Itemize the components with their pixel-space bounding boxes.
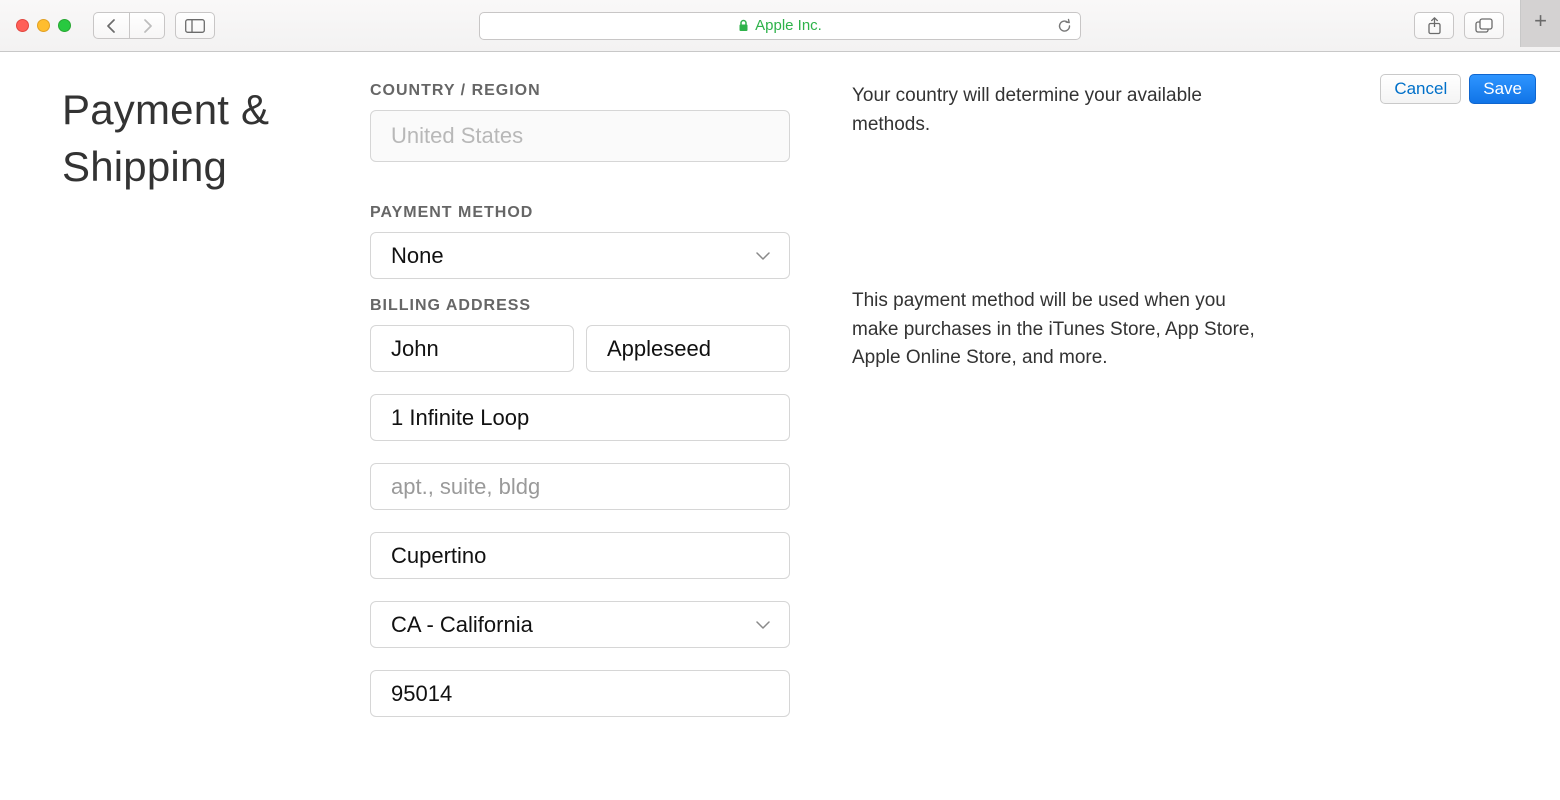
sidebar-toggle-button[interactable] bbox=[175, 12, 215, 39]
tabs-icon bbox=[1475, 18, 1493, 33]
zip-input[interactable]: 95014 bbox=[370, 670, 790, 717]
right-toolbar: + bbox=[1414, 5, 1550, 46]
reload-button[interactable] bbox=[1057, 18, 1072, 34]
page-title: Payment & Shipping bbox=[62, 82, 370, 195]
share-icon bbox=[1427, 17, 1442, 35]
plus-icon: + bbox=[1534, 8, 1547, 34]
form-column: COUNTRY / REGION United States PAYMENT M… bbox=[370, 82, 834, 717]
first-name-input[interactable]: John bbox=[370, 325, 574, 372]
page-actions: Cancel Save bbox=[1380, 74, 1536, 104]
country-field: United States bbox=[370, 110, 790, 162]
page-title-line1: Payment & bbox=[62, 86, 269, 133]
payment-section: PAYMENT METHOD None bbox=[370, 204, 808, 279]
street1-value: 1 Infinite Loop bbox=[391, 405, 529, 431]
reload-icon bbox=[1057, 18, 1072, 34]
street2-placeholder: apt., suite, bldg bbox=[391, 474, 540, 500]
chevron-right-icon bbox=[142, 19, 153, 33]
state-value: CA - California bbox=[391, 612, 533, 638]
billing-section: BILLING ADDRESS John Appleseed 1 Infinit… bbox=[370, 297, 808, 717]
payment-method-select[interactable]: None bbox=[370, 232, 790, 279]
nav-buttons bbox=[93, 12, 165, 39]
name-row: John Appleseed bbox=[370, 325, 808, 372]
address-bar-wrap: Apple Inc. bbox=[479, 12, 1081, 40]
zip-value: 95014 bbox=[391, 681, 452, 707]
street2-input[interactable]: apt., suite, bldg bbox=[370, 463, 790, 510]
state-select[interactable]: CA - California bbox=[370, 601, 790, 648]
country-value: United States bbox=[391, 123, 523, 149]
country-label: COUNTRY / REGION bbox=[370, 82, 808, 100]
first-name-value: John bbox=[391, 336, 439, 362]
save-button[interactable]: Save bbox=[1469, 74, 1536, 104]
address-bar[interactable]: Apple Inc. bbox=[479, 12, 1081, 40]
back-button[interactable] bbox=[93, 12, 129, 39]
city-input[interactable]: Cupertino bbox=[370, 532, 790, 579]
country-section: COUNTRY / REGION United States bbox=[370, 82, 808, 162]
lock-icon bbox=[738, 19, 749, 32]
save-button-label: Save bbox=[1483, 79, 1522, 99]
safari-toolbar: Apple Inc. + bbox=[0, 0, 1560, 52]
cancel-button-label: Cancel bbox=[1394, 79, 1447, 99]
right-column: Cancel Save Your country will determine … bbox=[834, 82, 1560, 717]
page-title-line2: Shipping bbox=[62, 143, 227, 190]
sidebar-icon bbox=[185, 19, 205, 33]
window-controls bbox=[16, 19, 71, 32]
new-tab-button[interactable]: + bbox=[1520, 0, 1560, 47]
city-value: Cupertino bbox=[391, 543, 486, 569]
tabs-button[interactable] bbox=[1464, 12, 1504, 39]
window-zoom-button[interactable] bbox=[58, 19, 71, 32]
forward-button[interactable] bbox=[129, 12, 165, 39]
address-bar-label: Apple Inc. bbox=[755, 17, 822, 34]
payment-method-value: None bbox=[391, 243, 444, 269]
billing-fields: John Appleseed 1 Infinite Loop apt., sui… bbox=[370, 325, 808, 717]
window-minimize-button[interactable] bbox=[37, 19, 50, 32]
left-column: Payment & Shipping bbox=[0, 82, 370, 717]
billing-address-label: BILLING ADDRESS bbox=[370, 297, 808, 315]
page-content: Payment & Shipping COUNTRY / REGION Unit… bbox=[0, 52, 1560, 717]
chevron-down-icon bbox=[755, 251, 771, 261]
last-name-input[interactable]: Appleseed bbox=[586, 325, 790, 372]
cancel-button[interactable]: Cancel bbox=[1380, 74, 1461, 104]
share-button[interactable] bbox=[1414, 12, 1454, 39]
payment-method-label: PAYMENT METHOD bbox=[370, 204, 808, 222]
country-help-text: Your country will determine your availab… bbox=[852, 82, 1272, 139]
payment-help-text: This payment method will be used when yo… bbox=[852, 287, 1272, 373]
last-name-value: Appleseed bbox=[607, 336, 711, 362]
window-close-button[interactable] bbox=[16, 19, 29, 32]
chevron-down-icon bbox=[755, 620, 771, 630]
street1-input[interactable]: 1 Infinite Loop bbox=[370, 394, 790, 441]
chevron-left-icon bbox=[106, 19, 117, 33]
